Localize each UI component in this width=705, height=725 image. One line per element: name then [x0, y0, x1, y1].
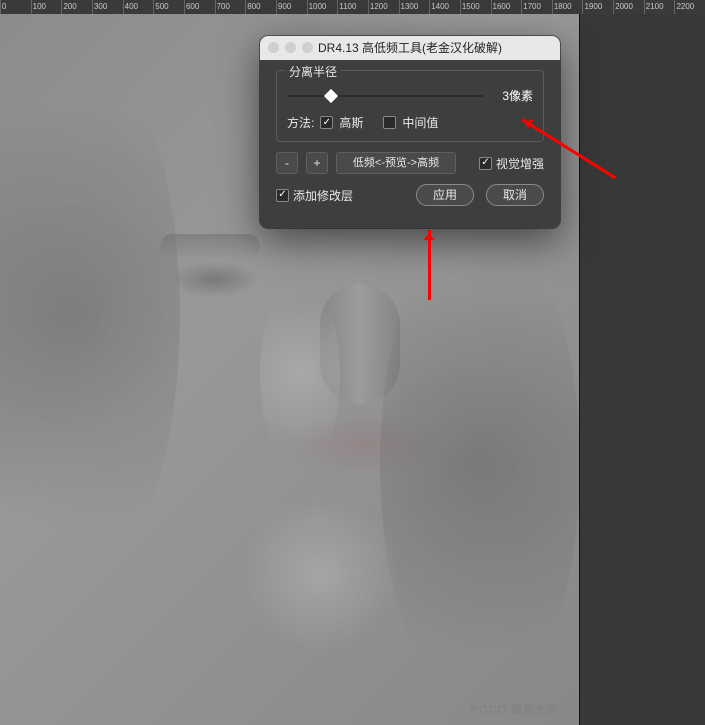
increase-button[interactable]: +	[306, 152, 328, 174]
add-layer-checkbox[interactable]	[276, 189, 289, 202]
watermark-text: POCO 摄影专区	[471, 701, 559, 717]
add-layer-label: 添加修改层	[293, 187, 353, 204]
visual-enhance-label: 视觉增强	[496, 155, 544, 172]
apply-button[interactable]: 应用	[416, 184, 474, 206]
close-icon[interactable]	[268, 42, 279, 53]
annotation-arrow-2	[428, 230, 431, 300]
method-label: 方法:	[287, 114, 314, 131]
minimize-icon[interactable]	[285, 42, 296, 53]
maximize-icon[interactable]	[302, 42, 313, 53]
radius-value: 3像素	[493, 87, 533, 104]
horizontal-ruler: 0100200300400500600700800900100011001200…	[0, 0, 705, 14]
radius-label: 分离半径	[285, 63, 341, 80]
gaussian-label: 高斯	[339, 114, 363, 131]
median-label: 中间值	[402, 114, 438, 131]
preview-toggle-button[interactable]: 低频<-预览->高频	[336, 152, 456, 174]
cancel-button[interactable]: 取消	[486, 184, 544, 206]
dialog-titlebar[interactable]: DR4.13 高低频工具(老金汉化破解)	[260, 36, 560, 60]
workspace-sidebar	[580, 14, 705, 725]
frequency-separation-dialog: DR4.13 高低频工具(老金汉化破解) 分离半径 3像素 方法: 高斯 中间值	[260, 36, 560, 228]
visual-enhance-checkbox[interactable]	[479, 157, 492, 170]
radius-group: 分离半径 3像素 方法: 高斯 中间值	[276, 70, 544, 142]
dialog-title: DR4.13 高低频工具(老金汉化破解)	[318, 41, 502, 55]
median-checkbox[interactable]	[383, 116, 396, 129]
window-controls	[268, 42, 313, 53]
gaussian-checkbox[interactable]	[320, 116, 333, 129]
radius-slider[interactable]	[287, 90, 483, 102]
decrease-button[interactable]: -	[276, 152, 298, 174]
